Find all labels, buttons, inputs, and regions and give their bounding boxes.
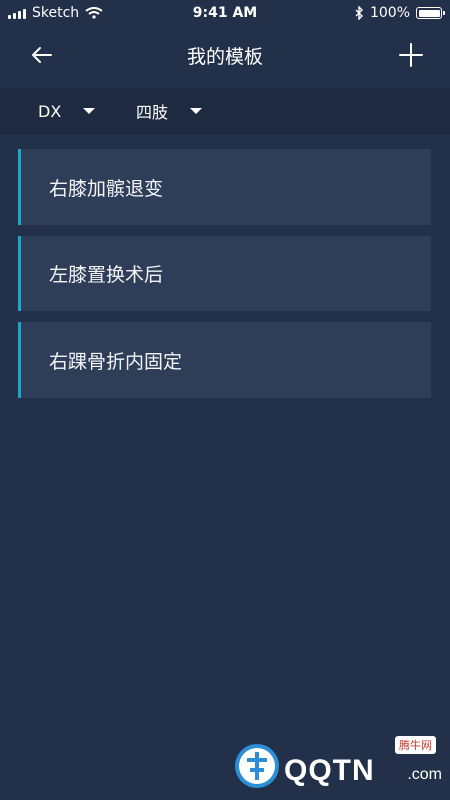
template-label: 左膝置换术后 — [49, 264, 164, 286]
battery-percent: 100% — [369, 5, 410, 21]
status-bar: Sketch 9:41 AM 100% — [0, 0, 450, 28]
template-label: 右踝骨折内固定 — [49, 350, 183, 373]
battery-fill — [418, 9, 440, 17]
filter-label: 四肢 — [136, 103, 169, 122]
filter-dropdown-part[interactable]: 四肢 — [136, 88, 203, 134]
template-list: 右膝加髌退变 左膝置换术后 右踝骨折内固定 — [18, 149, 431, 409]
list-item[interactable]: 右踝骨折内固定 — [18, 322, 431, 398]
watermark-badge: 腾牛网 — [395, 736, 436, 754]
filter-bar: DX 四肢 — [0, 88, 450, 134]
watermark-logo: QQTN 腾牛网 .com — [232, 736, 442, 794]
list-item[interactable]: 右膝加髌退变 — [18, 149, 431, 225]
bluetooth-icon — [355, 6, 363, 20]
qqtn-logo-icon — [235, 744, 279, 788]
battery-icon — [416, 7, 445, 19]
filter-label: DX — [38, 101, 62, 121]
list-item[interactable]: 左膝置换术后 — [18, 236, 431, 311]
caret-down-icon — [83, 108, 96, 114]
watermark-suffix: .com — [407, 766, 442, 783]
template-label: 右膝加髌退变 — [49, 177, 164, 200]
page-title: 我的模板 — [186, 46, 263, 68]
nav-bar: 我的模板 — [0, 28, 450, 82]
watermark-brand: QQTN — [284, 754, 375, 787]
add-icon[interactable] — [396, 40, 426, 70]
status-right: 100% — [355, 5, 445, 21]
caret-down-icon — [190, 108, 203, 114]
filter-dropdown-type[interactable]: DX — [38, 88, 96, 134]
